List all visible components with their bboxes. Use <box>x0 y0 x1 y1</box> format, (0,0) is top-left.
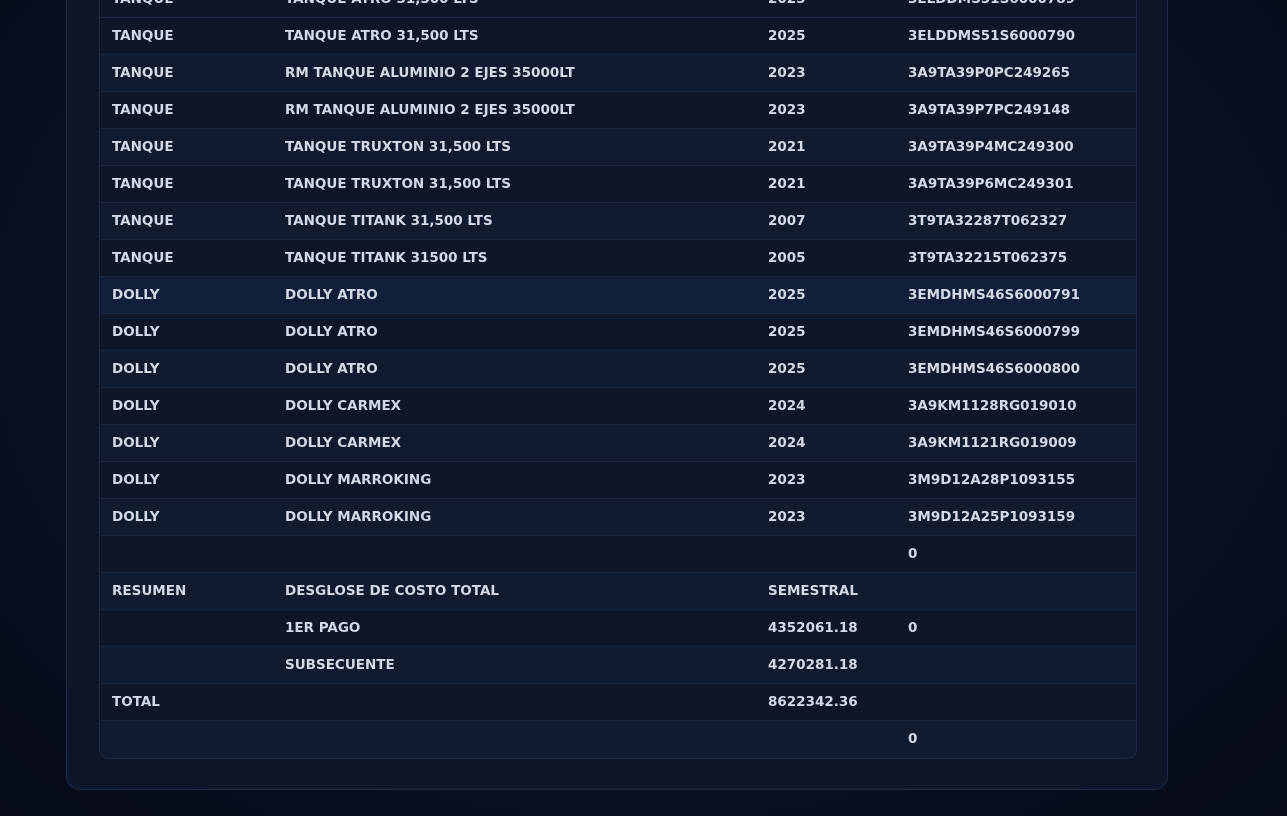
type-cell: DOLLY <box>112 472 160 488</box>
subsequent-value: 4270281.18 <box>768 657 858 673</box>
table-row: TANQUE RM TANQUE ALUMINIO 2 EJES 35000LT 2… <box>100 55 1136 92</box>
breakdown-label: DESGLOSE DE COSTO TOTAL <box>285 583 499 599</box>
type-cell: DOLLY <box>112 398 160 414</box>
serial-cell: 3EMDHMS46S6000799 <box>908 324 1080 340</box>
type-cell: TANQUE <box>112 139 174 155</box>
description-cell: DOLLY MARROKING <box>285 472 432 488</box>
table-row: DOLLY DOLLY MARROKING 2023 3M9D12A28P109315… <box>100 462 1136 499</box>
serial-cell: 0 <box>908 546 918 562</box>
year-cell: 2021 <box>768 176 806 192</box>
description-cell: DOLLY MARROKING <box>285 509 432 525</box>
year-cell: 2025 <box>768 361 806 377</box>
table-row-hovered: DOLLY DOLLY ATRO 2025 3EMDHMS46S6000791 <box>100 277 1136 314</box>
serial-cell: 3T9TA32287T062327 <box>908 213 1068 229</box>
first-payment-label: 1ER PAGO <box>285 620 361 636</box>
summary-label: RESUMEN <box>112 583 187 599</box>
type-cell: DOLLY <box>112 435 160 451</box>
serial-cell: 3ELDDMS51S6000789 <box>908 0 1075 17</box>
type-cell: DOLLY <box>112 361 160 377</box>
description-cell: DOLLY ATRO <box>285 361 378 377</box>
table-row: DOLLY DOLLY CARMEX 2024 3A9KM1128RG019010 <box>100 388 1136 425</box>
type-cell: TANQUE <box>112 65 174 81</box>
subsequent-row: SUBSECUENTE 4270281.18 <box>100 647 1136 684</box>
subsequent-label: SUBSECUENTE <box>285 657 395 673</box>
first-payment-value: 4352061.18 <box>768 620 858 636</box>
year-cell: 2005 <box>768 250 806 266</box>
type-cell: TANQUE <box>112 102 174 118</box>
type-cell: DOLLY <box>112 287 160 303</box>
year-cell: 2021 <box>768 139 806 155</box>
year-cell: 2023 <box>768 65 806 81</box>
description-cell: DOLLY CARMEX <box>285 398 402 414</box>
total-label: TOTAL <box>112 694 160 710</box>
description-cell: TANQUE TITANK 31,500 LTS <box>285 213 493 229</box>
summary-header-row: RESUMEN DESGLOSE DE COSTO TOTAL SEMESTRAL <box>100 573 1136 610</box>
year-cell: 2023 <box>768 102 806 118</box>
total-value: 8622342.36 <box>768 694 858 710</box>
table-row: DOLLY DOLLY ATRO 2025 3EMDHMS46S6000800 <box>100 351 1136 388</box>
description-cell: DOLLY ATRO <box>285 287 378 303</box>
table-row: TANQUE RM TANQUE ALUMINIO 2 EJES 35000LT 2… <box>100 92 1136 129</box>
serial-cell: 3EMDHMS46S6000791 <box>908 287 1080 303</box>
description-cell: DOLLY ATRO <box>285 324 378 340</box>
serial-cell: 3A9TA39P7PC249148 <box>908 102 1071 118</box>
serial-cell: 3M9D12A28P1093155 <box>908 472 1076 488</box>
year-cell: 2023 <box>768 509 806 525</box>
serial-cell: 3A9KM1128RG019010 <box>908 398 1077 414</box>
serial-cell: 3T9TA32215T062375 <box>908 250 1068 266</box>
year-cell: 2024 <box>768 435 806 451</box>
table-row: DOLLY DOLLY MARROKING 2023 3M9D12A25P109315… <box>100 499 1136 536</box>
description-cell: DOLLY CARMEX <box>285 435 402 451</box>
description-cell: TANQUE TITANK 31500 LTS <box>285 250 488 266</box>
type-cell: TANQUE <box>112 176 174 192</box>
serial-cell: 3A9TA39P0PC249265 <box>908 65 1071 81</box>
year-cell: 2023 <box>768 472 806 488</box>
period-label: SEMESTRAL <box>768 583 858 599</box>
description-cell: TANQUE TRUXTON 31,500 LTS <box>285 176 512 192</box>
table-row: DOLLY DOLLY ATRO 2025 3EMDHMS46S6000799 <box>100 314 1136 351</box>
serial-cell: 3EMDHMS46S6000800 <box>908 361 1080 377</box>
table-row: TANQUE TANQUE TITANK 31,500 LTS 2007 3T9TA3… <box>100 203 1136 240</box>
year-cell: 2025 <box>768 324 806 340</box>
summary-table: TANQUE TANQUE ATRO 31,500 LTS 2025 3ELDDMS5… <box>99 0 1137 759</box>
table-row: TANQUE TANQUE ATRO 31,500 LTS 2025 3ELDDMS5… <box>100 0 1136 18</box>
year-cell: 2025 <box>768 287 806 303</box>
description-cell: RM TANQUE ALUMINIO 2 EJES 35000LT <box>285 102 575 118</box>
year-cell: 2025 <box>768 0 806 17</box>
table-row: TANQUE TANQUE ATRO 31,500 LTS 2025 3ELDDMS5… <box>100 18 1136 55</box>
description-cell: RM TANQUE ALUMINIO 2 EJES 35000LT <box>285 65 575 81</box>
serial-cell: 3A9TA39P4MC249300 <box>908 139 1074 155</box>
type-cell: TANQUE <box>112 0 174 17</box>
table-row: 0 <box>100 536 1136 573</box>
total-row: TOTAL 8622342.36 <box>100 684 1136 721</box>
table-row: 0 <box>100 721 1136 758</box>
type-cell: TANQUE <box>112 28 174 44</box>
year-cell: 2007 <box>768 213 806 229</box>
first-payment-row: 1ER PAGO 4352061.18 0 <box>100 610 1136 647</box>
serial-cell: 3A9TA39P6MC249301 <box>908 176 1074 192</box>
description-cell: TANQUE ATRO 31,500 LTS <box>285 28 479 44</box>
table-row: DOLLY DOLLY CARMEX 2024 3A9KM1121RG019009 <box>100 425 1136 462</box>
type-cell: TANQUE <box>112 250 174 266</box>
year-cell: 2025 <box>768 28 806 44</box>
serial-cell: 3A9KM1121RG019009 <box>908 435 1077 451</box>
table-row: TANQUE TANQUE TITANK 31500 LTS 2005 3T9TA32… <box>100 240 1136 277</box>
description-cell: TANQUE TRUXTON 31,500 LTS <box>285 139 512 155</box>
serial-cell: 3M9D12A25P1093159 <box>908 509 1076 525</box>
year-cell: 2024 <box>768 398 806 414</box>
first-payment-extra: 0 <box>908 620 918 636</box>
serial-cell: 0 <box>908 731 918 747</box>
type-cell: TANQUE <box>112 213 174 229</box>
type-cell: DOLLY <box>112 324 160 340</box>
serial-cell: 3ELDDMS51S6000790 <box>908 28 1076 44</box>
table-row: TANQUE TANQUE TRUXTON 31,500 LTS 2021 3A9TA… <box>100 129 1136 166</box>
description-cell: TANQUE ATRO 31,500 LTS <box>285 0 479 17</box>
type-cell: DOLLY <box>112 509 160 525</box>
table-row: TANQUE TANQUE TRUXTON 31,500 LTS 2021 3A9TA… <box>100 166 1136 203</box>
